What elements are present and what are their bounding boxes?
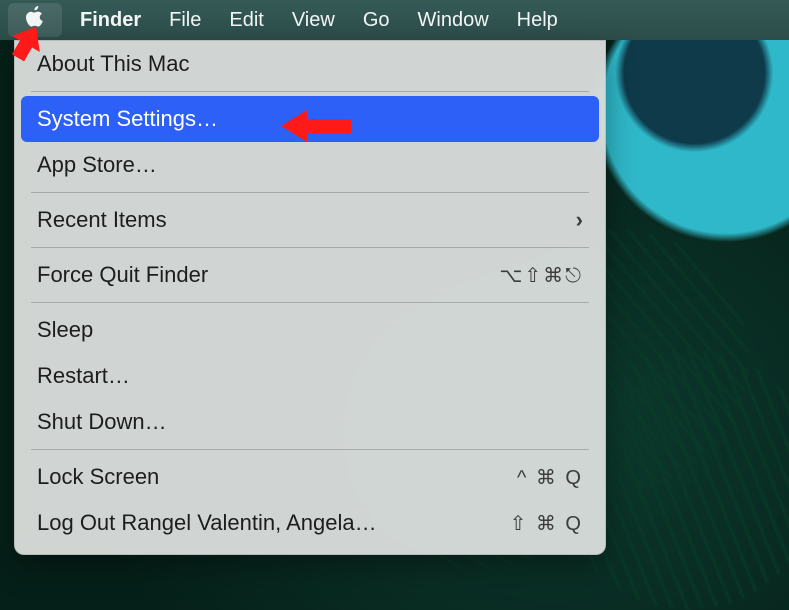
menu-item-label: Recent Items — [37, 207, 167, 233]
menu-item-label: Log Out Rangel Valentin, Angela… — [37, 510, 377, 536]
keyboard-shortcut: ⇧ ⌘ Q — [510, 511, 583, 536]
shut-down-item[interactable]: Shut Down… — [15, 399, 605, 445]
menu-app-name[interactable]: Finder — [66, 0, 155, 40]
apple-menu-button[interactable] — [8, 3, 62, 37]
sleep-item[interactable]: Sleep — [15, 307, 605, 353]
apple-menu-dropdown: About This Mac System Settings… App Stor… — [14, 40, 606, 555]
menu-bar: Finder File Edit View Go Window Help — [0, 0, 789, 40]
menu-view[interactable]: View — [278, 0, 349, 40]
menu-separator — [31, 302, 589, 303]
force-quit-item[interactable]: Force Quit Finder ⌥⇧⌘⎋ — [15, 252, 605, 298]
log-out-item[interactable]: Log Out Rangel Valentin, Angela… ⇧ ⌘ Q — [15, 500, 605, 546]
menu-edit[interactable]: Edit — [215, 0, 277, 40]
restart-item[interactable]: Restart… — [15, 353, 605, 399]
app-store-item[interactable]: App Store… — [15, 142, 605, 188]
menu-item-label: Restart… — [37, 363, 130, 389]
menu-go[interactable]: Go — [349, 0, 404, 40]
menu-separator — [31, 449, 589, 450]
menu-separator — [31, 247, 589, 248]
system-settings-item[interactable]: System Settings… — [21, 96, 599, 142]
menu-separator — [31, 192, 589, 193]
menu-item-label: Sleep — [37, 317, 93, 343]
menu-window[interactable]: Window — [404, 0, 503, 40]
menu-item-label: Force Quit Finder — [37, 262, 208, 288]
chevron-right-icon: › — [576, 207, 583, 233]
menu-item-label: Lock Screen — [37, 464, 159, 490]
menu-item-label: Shut Down… — [37, 409, 167, 435]
keyboard-shortcut: ^ ⌘ Q — [517, 465, 583, 490]
menu-item-label: App Store… — [37, 152, 157, 178]
menu-item-label: About This Mac — [37, 51, 189, 77]
apple-logo-icon — [24, 5, 46, 35]
menu-separator — [31, 91, 589, 92]
lock-screen-item[interactable]: Lock Screen ^ ⌘ Q — [15, 454, 605, 500]
about-this-mac-item[interactable]: About This Mac — [15, 41, 605, 87]
menu-file[interactable]: File — [155, 0, 215, 40]
menu-item-label: System Settings… — [37, 106, 218, 132]
recent-items-item[interactable]: Recent Items › — [15, 197, 605, 243]
keyboard-shortcut: ⌥⇧⌘⎋ — [499, 263, 583, 288]
menu-help[interactable]: Help — [503, 0, 572, 40]
